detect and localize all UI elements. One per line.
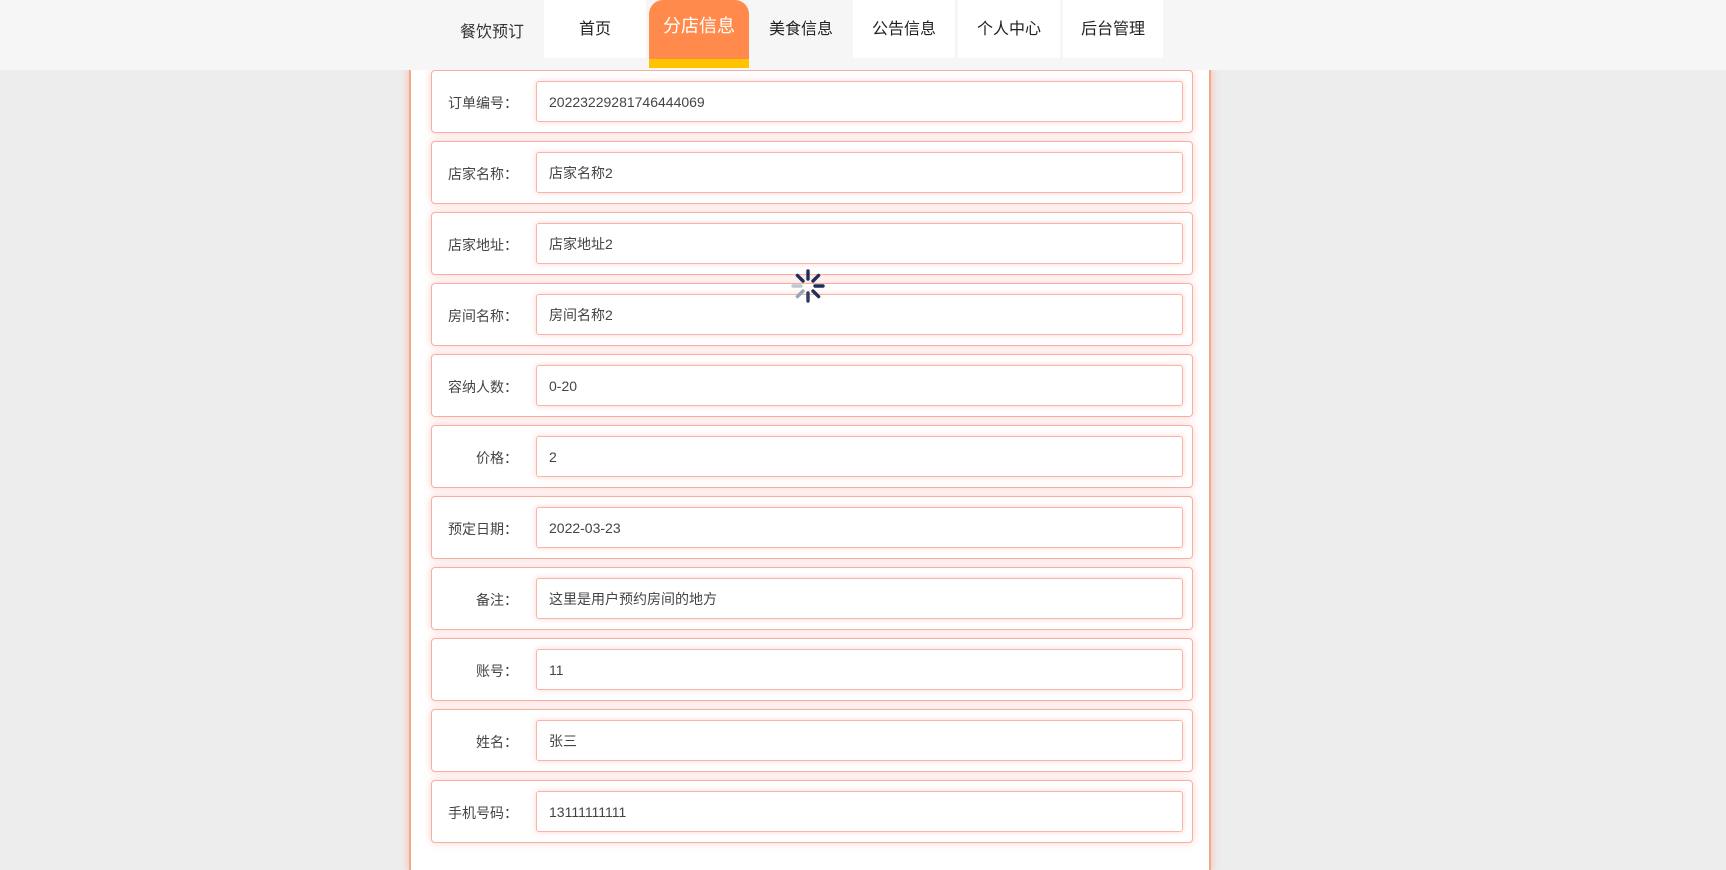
form-row-remark: 备注： xyxy=(431,567,1193,630)
nav-home[interactable]: 首页 xyxy=(544,0,646,58)
form-row-shop-address: 店家地址： xyxy=(431,212,1193,275)
form-row-name: 姓名： xyxy=(431,709,1193,772)
field-label: 价格： xyxy=(476,450,518,466)
field-label: 订单编号： xyxy=(448,95,518,111)
form-row-capacity: 容纳人数： xyxy=(431,354,1193,417)
form-row-order-number: 订单编号： xyxy=(431,70,1193,133)
phone-field[interactable] xyxy=(536,791,1183,832)
remark-field[interactable] xyxy=(536,578,1183,619)
field-label: 账号： xyxy=(476,663,518,679)
field-label: 容纳人数： xyxy=(448,379,518,395)
nav-food-info[interactable]: 美食信息 xyxy=(752,0,850,58)
nav-notice-info[interactable]: 公告信息 xyxy=(853,0,955,58)
name-field[interactable] xyxy=(536,720,1183,761)
nav-branch-info[interactable]: 分店信息 xyxy=(649,0,749,68)
detail-panel: 订单编号： 店家名称： 店家地址： 房间名称： 容纳人数： 价格： 预定日期： xyxy=(409,70,1211,870)
price-field[interactable] xyxy=(536,436,1183,477)
nav-personal-center[interactable]: 个人中心 xyxy=(958,0,1060,58)
form-row-phone: 手机号码： xyxy=(431,780,1193,843)
booking-date-field[interactable] xyxy=(536,507,1183,548)
room-name-field[interactable] xyxy=(536,294,1183,335)
order-number-field[interactable] xyxy=(536,81,1183,122)
field-label: 店家地址： xyxy=(448,237,518,253)
form-row-price: 价格： xyxy=(431,425,1193,488)
form-row-shop-name: 店家名称： xyxy=(431,141,1193,204)
shop-address-field[interactable] xyxy=(536,223,1183,264)
top-navbar: 餐饮预订 首页 分店信息 美食信息 公告信息 个人中心 后台管理 xyxy=(0,0,1726,70)
field-label: 姓名： xyxy=(476,734,518,750)
capacity-field[interactable] xyxy=(536,365,1183,406)
main-nav: 首页 分店信息 美食信息 公告信息 个人中心 后台管理 xyxy=(544,0,1166,68)
field-label: 手机号码： xyxy=(448,805,518,821)
field-label: 预定日期： xyxy=(448,521,518,537)
form-row-booking-date: 预定日期： xyxy=(431,496,1193,559)
form-row-account: 账号： xyxy=(431,638,1193,701)
shop-name-field[interactable] xyxy=(536,152,1183,193)
field-label: 备注： xyxy=(476,592,518,608)
account-field[interactable] xyxy=(536,649,1183,690)
booking-detail-form: 订单编号： 店家名称： 店家地址： 房间名称： 容纳人数： 价格： 预定日期： xyxy=(431,70,1193,851)
nav-admin[interactable]: 后台管理 xyxy=(1063,0,1163,58)
site-brand[interactable]: 餐饮预订 xyxy=(460,18,524,42)
spinner-icon xyxy=(790,268,826,304)
field-label: 房间名称： xyxy=(448,308,518,324)
field-label: 店家名称： xyxy=(448,166,518,182)
